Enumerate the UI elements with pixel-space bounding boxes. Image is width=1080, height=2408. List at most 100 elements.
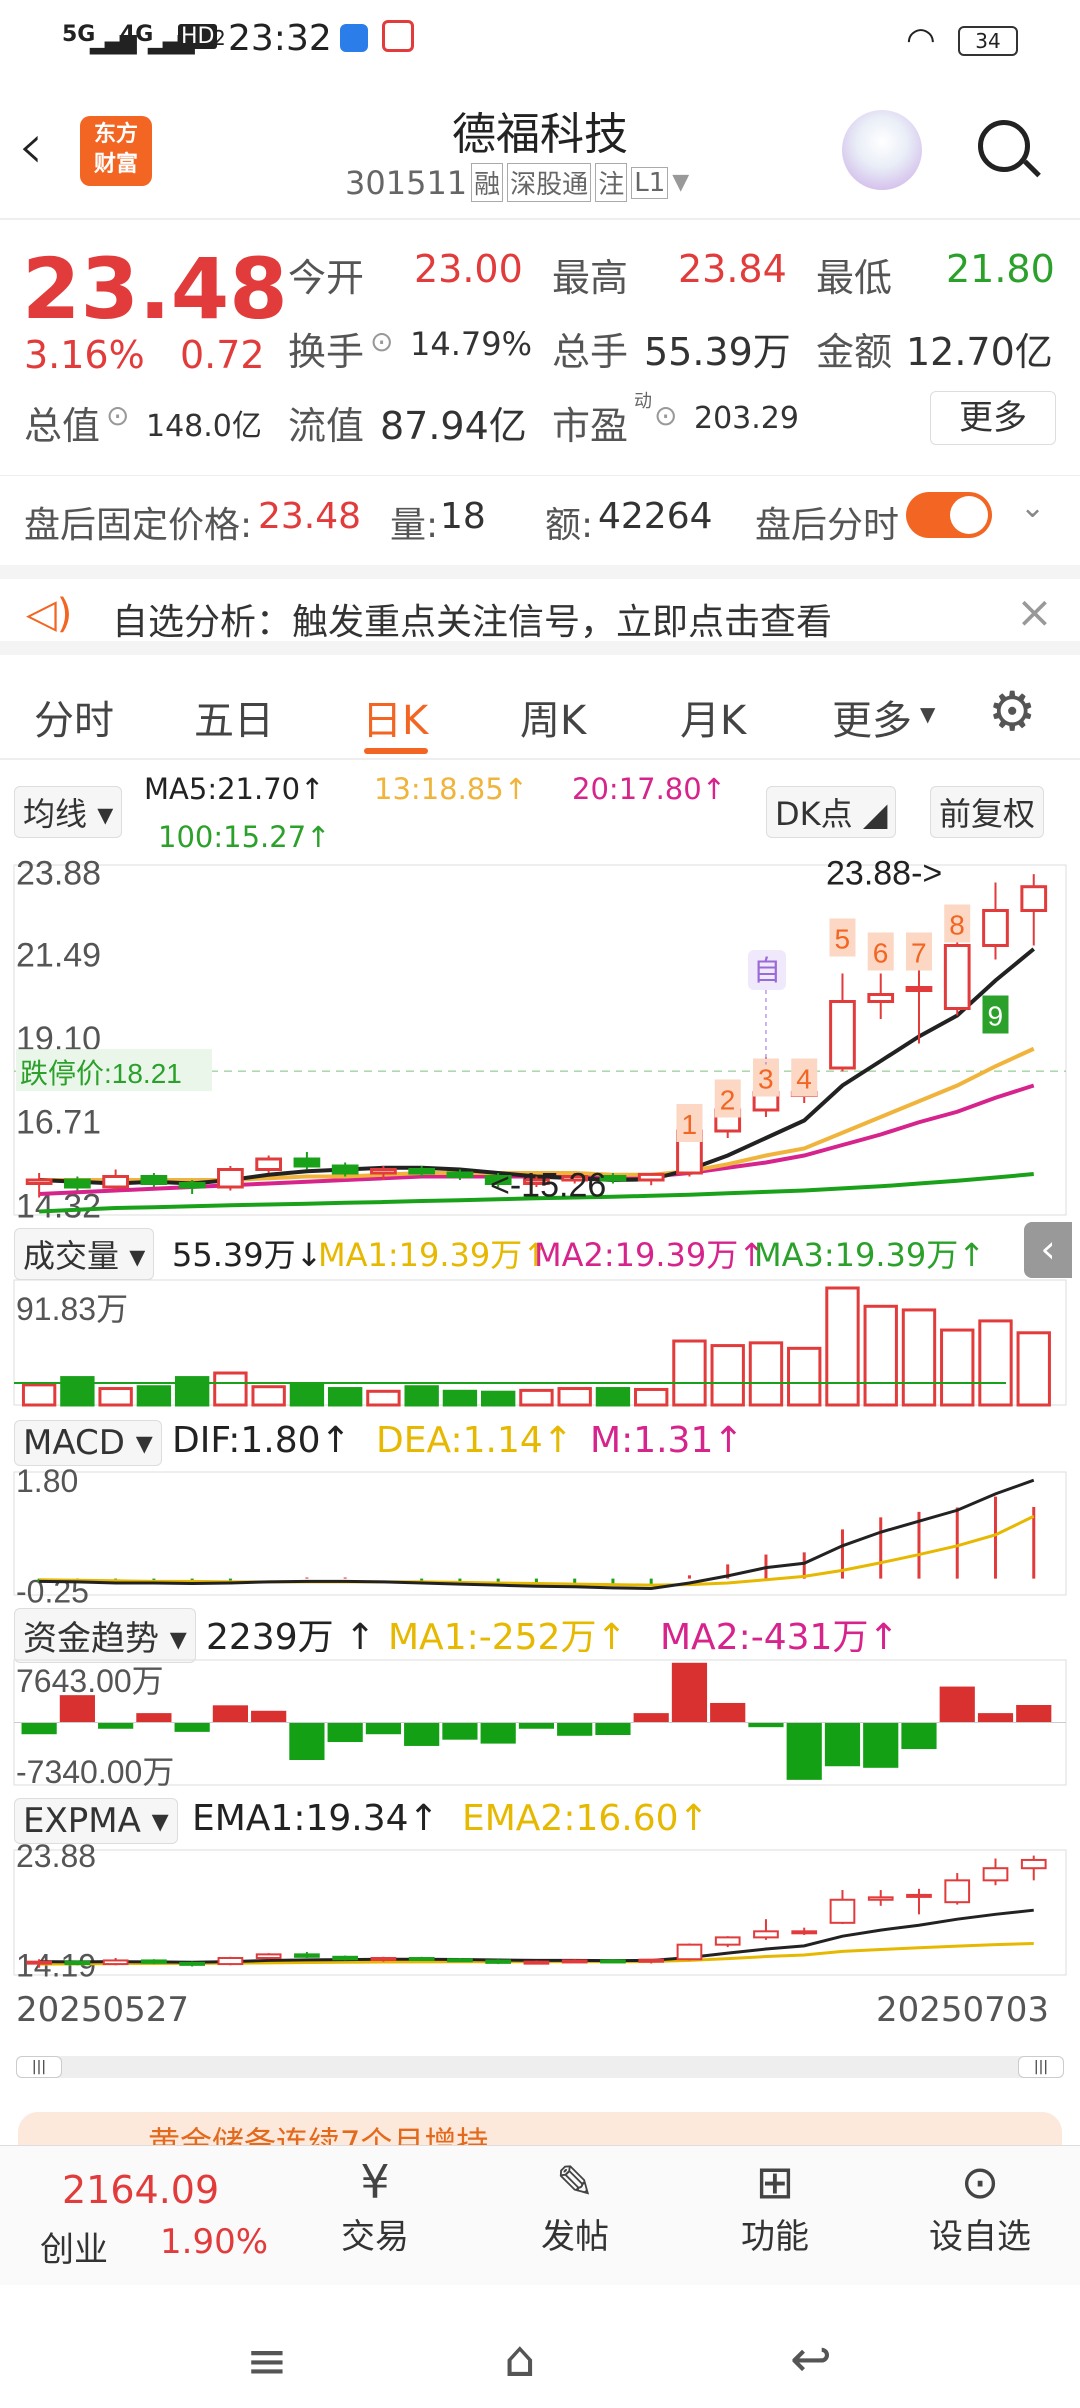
candle-body	[867, 993, 895, 1003]
dk-point-label: DK点	[775, 795, 853, 833]
home-icon[interactable]: ⌂	[504, 2330, 536, 2388]
low-label: 最低	[816, 256, 893, 300]
volume-bar	[978, 1319, 1013, 1407]
post-button[interactable]: ✎ 发帖	[530, 2155, 620, 2258]
dk-point-button[interactable]: DK点 ◢	[766, 786, 897, 838]
k-line-chart-area[interactable]: 23.8821.4919.1016.7114.32跌停价:18.21123 45 6…	[0, 860, 1080, 2000]
y-tick-label: 23.88	[16, 860, 101, 893]
fund-bar	[136, 1713, 172, 1723]
info-icon-3[interactable]: ⊙	[654, 399, 677, 432]
index-value[interactable]: 2164.09	[62, 2168, 219, 2212]
add-watchlist-button[interactable]: ⊙ 设自选	[920, 2155, 1040, 2258]
after-hours-row: 盘后固定价格: 23.48 量: 18 额: 42264 盘后分时 ⌄	[0, 475, 1080, 555]
volume-bar	[901, 1308, 937, 1407]
expma-candle-body	[64, 1960, 91, 1966]
search-icon[interactable]	[978, 120, 1030, 172]
tab-weekly-k[interactable]: 周K	[520, 688, 586, 746]
fund-bar	[901, 1722, 937, 1750]
fund-bar	[557, 1722, 593, 1736]
chevron-down-icon-2[interactable]: ⌄	[1020, 490, 1045, 525]
legend-ma5-name: MA5	[144, 772, 208, 806]
tab-daily-k[interactable]: 日K	[362, 688, 428, 746]
candle-body	[829, 1000, 856, 1070]
tab-more[interactable]: 更多	[832, 688, 912, 746]
legend-ma20-name: 20	[572, 772, 609, 806]
signal-label: 5	[834, 924, 850, 955]
fund-bar	[748, 1722, 784, 1728]
notice-banner[interactable]: ◁) 自选分析：触发重点关注信号，立即点击查看 ×	[0, 565, 1080, 655]
candle-body	[905, 986, 933, 992]
fund-bar	[289, 1722, 325, 1760]
tab-five-day[interactable]: 五日	[194, 688, 274, 746]
market-cap-label: 总值	[24, 404, 101, 448]
tab-monthly-k[interactable]: 月K	[680, 688, 746, 746]
expma-candle-body	[714, 1936, 741, 1946]
tag-registration: 注	[595, 163, 628, 202]
stock-code-row[interactable]: 301511 融 深股通 注 L1 ▼	[345, 163, 689, 202]
high-label: 最高	[552, 256, 629, 300]
legend-ma5: MA5:21.70↑	[144, 772, 325, 806]
tab-intraday[interactable]: 分时	[34, 688, 114, 746]
fund-bar	[710, 1702, 746, 1723]
clock: 23:32	[228, 18, 332, 59]
expma-candle-body	[1020, 1858, 1047, 1870]
tab-more-caret-icon: ▼	[920, 702, 936, 726]
candle-body	[982, 909, 1009, 947]
fund-bar	[98, 1722, 134, 1729]
back-nav-icon[interactable]: ↩	[790, 2330, 832, 2388]
expma-candle-body	[255, 1953, 282, 1960]
active-tab-indicator	[364, 748, 428, 754]
ma-selector[interactable]: 均线 ▾	[14, 786, 123, 838]
stock-header: ‹ 东方 财富 德福科技 301511 融 深股通 注 L1 ▼	[0, 80, 1080, 220]
info-icon-2[interactable]: ⊙	[106, 399, 129, 432]
volume-bar	[863, 1304, 898, 1407]
close-icon[interactable]: ×	[1016, 587, 1053, 638]
app-notification-icon-2	[382, 20, 414, 52]
fund-bar	[518, 1722, 555, 1729]
main-chart-frame	[13, 864, 1067, 1216]
after-hours-toggle[interactable]	[906, 492, 992, 538]
range-scrollbar[interactable]: ||| |||	[16, 2056, 1064, 2078]
macd-chart-frame	[13, 1471, 1067, 1596]
trade-button[interactable]: ¥ 交易	[330, 2155, 420, 2258]
pe-value: 203.29	[694, 401, 799, 436]
expma-candle-body	[217, 1957, 244, 1966]
expma-candle-body	[485, 1959, 512, 1964]
open-value: 23.00	[414, 247, 523, 291]
open-label: 今开	[288, 256, 365, 300]
candle-body	[331, 1164, 359, 1175]
range-handle-left[interactable]: |||	[16, 2056, 62, 2078]
functions-label: 功能	[741, 2217, 809, 2257]
functions-button[interactable]: ⊞ 功能	[730, 2155, 820, 2258]
after-price-label: 盘后固定价格:	[24, 505, 253, 546]
fund-bar	[480, 1722, 516, 1744]
volume-bar	[404, 1385, 439, 1407]
info-icon[interactable]: ⊙	[370, 325, 393, 358]
gear-icon[interactable]: ⚙	[988, 680, 1036, 743]
self-select-label: 自	[753, 955, 781, 986]
range-handle-right[interactable]: |||	[1018, 2056, 1064, 2078]
after-volume-label: 量:	[390, 505, 439, 546]
app-notification-icon	[340, 24, 368, 52]
more-dots-icon: ⊙	[960, 2155, 1000, 2209]
tag-level: L1	[631, 166, 669, 199]
candle-body	[255, 1157, 283, 1171]
volume-bar	[366, 1389, 401, 1407]
fund-bar	[365, 1722, 402, 1735]
fund-bar	[59, 1695, 95, 1723]
more-quote-button[interactable]: 更多	[930, 391, 1056, 445]
menu-icon[interactable]: ≡	[246, 2332, 288, 2390]
volume-bar	[289, 1383, 325, 1407]
candle-body	[637, 1172, 665, 1182]
candle-body	[293, 1157, 321, 1168]
adjust-button[interactable]: 前复权	[930, 786, 1045, 838]
volume-value: 55.39万	[644, 330, 791, 374]
volume-bar	[98, 1387, 133, 1407]
assistant-robot-icon[interactable]	[842, 110, 922, 190]
volume-bar	[672, 1339, 707, 1407]
search-icon-handle	[1023, 159, 1041, 178]
candle-body	[217, 1168, 244, 1189]
volume-bar	[787, 1346, 822, 1407]
sim-number: 2	[213, 26, 226, 50]
fund-bar	[404, 1722, 440, 1746]
